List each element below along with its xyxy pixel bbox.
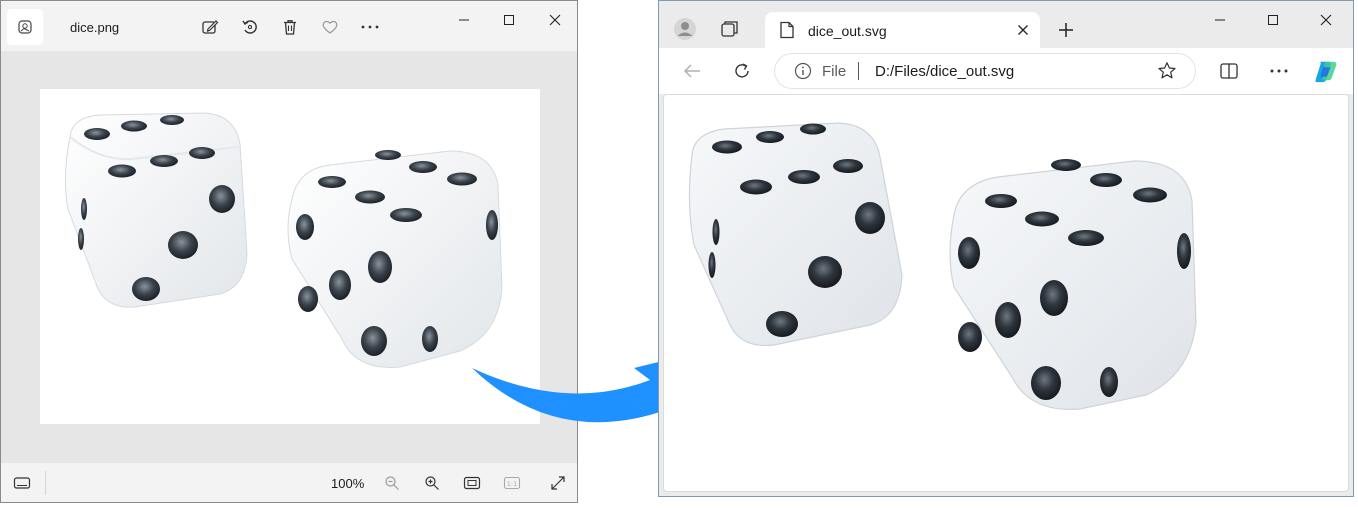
favorite-heart-icon[interactable] (318, 15, 342, 39)
tab-title: dice_out.svg (808, 23, 887, 39)
info-icon[interactable] (794, 62, 812, 85)
filmstrip-icon[interactable] (10, 471, 34, 495)
tab-close-icon[interactable] (1013, 20, 1033, 40)
more-icon[interactable] (1266, 58, 1292, 84)
back-icon[interactable] (679, 58, 705, 84)
copilot-icon[interactable] (1313, 58, 1339, 84)
rotate-icon[interactable] (238, 15, 262, 39)
fullscreen-icon[interactable] (546, 471, 570, 495)
browser-toolbar: File D:/Files/dice_out.svg (659, 48, 1353, 94)
photos-bottom-bar: 100% 1:1 (1, 463, 577, 502)
new-tab-icon[interactable] (1053, 17, 1079, 43)
refresh-icon[interactable] (729, 58, 755, 84)
browser-viewport (663, 94, 1349, 492)
address-separator (858, 62, 859, 80)
address-url[interactable]: D:/Files/dice_out.svg (875, 63, 1014, 80)
zoom-in-icon[interactable] (420, 471, 444, 495)
minimize-icon[interactable] (1206, 9, 1234, 31)
address-bar[interactable]: File D:/Files/dice_out.svg (775, 54, 1195, 88)
svg-dice-render (688, 122, 1197, 410)
photos-titlebar: dice.png (1, 1, 577, 51)
dice-image (40, 89, 540, 424)
favorite-star-icon[interactable] (1156, 60, 1178, 82)
photo-app-icon (7, 9, 43, 45)
tab-dice-out[interactable]: dice_out.svg (765, 12, 1040, 49)
photo-filename: dice.png (70, 20, 120, 35)
minimize-icon[interactable] (450, 9, 478, 31)
close-icon[interactable] (1312, 9, 1340, 31)
bottom-divider (45, 471, 46, 495)
maximize-icon[interactable] (1259, 9, 1287, 31)
document-icon (779, 21, 795, 44)
tab-actions-icon[interactable] (719, 18, 743, 42)
profile-avatar-icon[interactable] (673, 17, 697, 41)
browser-tabstrip: dice_out.svg (659, 1, 1353, 49)
maximize-icon[interactable] (495, 9, 523, 31)
edit-image-icon[interactable] (198, 15, 222, 39)
address-scheme: File (822, 63, 847, 80)
delete-icon[interactable] (278, 15, 302, 39)
zoom-out-icon[interactable] (380, 471, 404, 495)
more-icon[interactable] (358, 15, 382, 39)
zoom-level: 100% (331, 476, 365, 491)
actual-size-icon[interactable]: 1:1 (500, 471, 524, 495)
close-icon[interactable] (541, 9, 569, 31)
svg-text:1:1: 1:1 (507, 480, 517, 488)
fit-to-window-icon[interactable] (460, 471, 484, 495)
split-screen-icon[interactable] (1216, 58, 1242, 84)
browser-window: dice_out.svg File D:/Files/dice_out.svg (658, 0, 1354, 497)
